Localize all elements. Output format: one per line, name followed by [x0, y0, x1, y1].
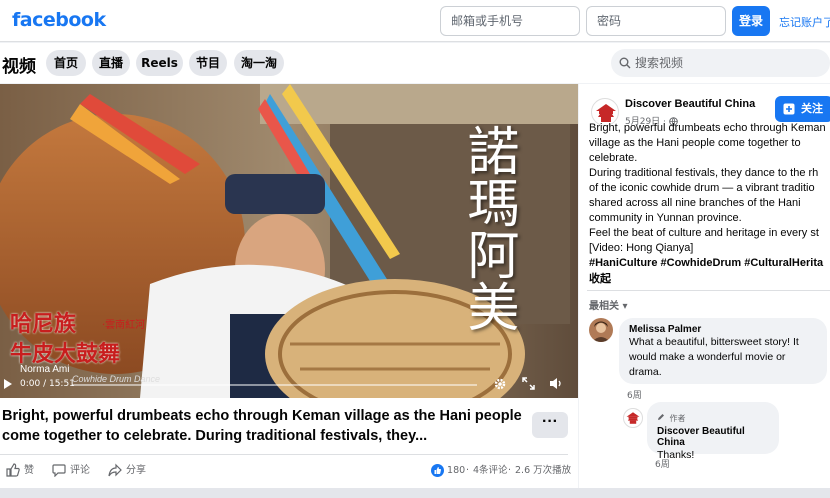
avatar[interactable]	[589, 318, 613, 342]
description-line: Bright, powerful drumbeats echo through …	[589, 122, 826, 134]
video-time: 0:00 / 15:51	[20, 379, 75, 389]
sort-comments-dropdown[interactable]: 最相关 ▾	[589, 297, 628, 312]
description-line: of the iconic cowhide drum — a vibrant t…	[589, 182, 815, 194]
author-badge: 作者	[657, 408, 769, 426]
video-nav: 视频 首页 直播 Reels 节目 淘一淘 搜索视频	[0, 43, 830, 83]
divider	[587, 290, 830, 291]
volume-icon[interactable]	[549, 377, 562, 390]
follow-icon	[783, 103, 795, 115]
comment-text-line: would make a wonderful movie or	[629, 351, 786, 363]
comment-text-line: What a beautiful, bittersweet story! It	[629, 336, 799, 348]
settings-gear-icon[interactable]	[493, 377, 507, 391]
login-button[interactable]: 登录	[732, 6, 770, 36]
description-line: celebrate.	[589, 152, 638, 164]
divider	[0, 454, 568, 455]
description-line: During traditional festivals, they dance…	[589, 167, 819, 179]
comments-count[interactable]: 4条评论	[473, 463, 508, 479]
follow-button[interactable]: 关注	[775, 96, 830, 122]
like-button[interactable]: 赞	[6, 462, 34, 480]
post-detail-panel: Discover Beautiful China 5月29日 · 关注 Brig…	[579, 84, 830, 488]
commenter-name[interactable]: Melissa Palmer	[629, 324, 817, 335]
video-player[interactable]: 諾瑪阿美 哈尼族 ·雲南紅河 牛皮大鼓舞 Norma Ami Cowhide D…	[0, 84, 578, 398]
pencil-icon	[658, 414, 664, 420]
search-icon	[619, 57, 631, 69]
thumbs-up-icon	[6, 463, 20, 477]
description-line: shared across all nine branches of the H…	[589, 197, 801, 209]
reactions-count[interactable]: 180	[431, 463, 465, 479]
comment-text-line: Thanks!	[657, 449, 695, 461]
search-video-input[interactable]: 搜索视频	[611, 49, 830, 77]
description-line: [Video: Hong Qianya]	[589, 242, 694, 254]
description-line: Feel the beat of culture and heritage in…	[589, 227, 819, 239]
share-button[interactable]: 分享	[108, 462, 146, 480]
overlay-vertical-text: 諾瑪阿美	[458, 124, 518, 332]
play-icon[interactable]	[3, 378, 13, 390]
comment-text-line: drama.	[629, 366, 662, 378]
comment-time[interactable]: 6周	[627, 388, 642, 401]
facebook-logo[interactable]: facebook	[12, 9, 106, 31]
post-title: Bright, powerful drumbeats echo through …	[2, 408, 522, 444]
video-controls: 0:00 / 15:51	[0, 370, 578, 398]
post-description: Bright, powerful drumbeats echo through …	[589, 121, 830, 286]
description-line: village as the Hani people come together…	[589, 137, 801, 149]
reactions-number: 180	[447, 465, 466, 476]
tab-home[interactable]: 首页	[46, 50, 86, 76]
tab-explore[interactable]: 淘一淘	[234, 50, 284, 76]
share-label: 分享	[126, 465, 146, 476]
stats-separator: ·	[508, 465, 512, 476]
bottom-strip	[0, 488, 830, 498]
avatar[interactable]	[623, 408, 643, 428]
fullscreen-icon[interactable]	[522, 377, 535, 390]
progress-bar[interactable]	[72, 384, 477, 386]
overlay-caption-sub: ·雲南紅河	[102, 320, 146, 331]
hashtags[interactable]: #HaniCulture #CowhideDrum #CulturalHerit…	[589, 256, 830, 271]
password-field[interactable]: 密码	[586, 6, 726, 36]
tab-shows[interactable]: 节目	[189, 50, 227, 76]
comment-icon	[52, 464, 66, 478]
comment-label: 评论	[70, 465, 90, 476]
views-count: 2.6 万次播放	[515, 465, 572, 476]
comment-bubble: Melissa Palmer What a beautiful, bitters…	[619, 318, 827, 384]
comment-bubble: 作者 Discover Beautiful China Thanks!	[647, 402, 779, 461]
section-title: 视频	[2, 57, 36, 77]
email-field[interactable]: 邮箱或手机号	[440, 6, 580, 36]
forgot-account-link[interactable]: 忘记账户了	[779, 14, 830, 30]
tab-live[interactable]: 直播	[92, 50, 130, 76]
more-options-button[interactable]: ···	[532, 412, 568, 438]
overlay-caption-1: 哈尼族	[10, 311, 77, 337]
like-reaction-icon	[431, 464, 444, 477]
author-badge-label: 作者	[669, 414, 686, 423]
tab-reels[interactable]: Reels	[136, 50, 183, 76]
follow-label: 关注	[801, 102, 823, 115]
user-avatar-icon	[589, 318, 613, 342]
comment-time[interactable]: 6周	[655, 457, 670, 470]
comment-button[interactable]: 评论	[52, 462, 90, 480]
search-placeholder: 搜索视频	[635, 56, 684, 70]
commenter-name[interactable]: Discover Beautiful China	[657, 426, 769, 448]
page-name[interactable]: Discover Beautiful China	[625, 98, 755, 110]
stats-separator: ·	[466, 465, 470, 476]
like-label: 赞	[24, 465, 34, 476]
share-icon	[108, 463, 122, 477]
main-column: 諾瑪阿美 哈尼族 ·雲南紅河 牛皮大鼓舞 Norma Ami Cowhide D…	[0, 84, 578, 488]
collapse-link[interactable]: 收起	[589, 271, 830, 286]
pagoda-logo-icon	[626, 412, 640, 424]
description-line: community in Yunnan province.	[589, 212, 742, 224]
top-bar: facebook 邮箱或手机号 密码 登录 忘记账户了	[0, 0, 830, 42]
